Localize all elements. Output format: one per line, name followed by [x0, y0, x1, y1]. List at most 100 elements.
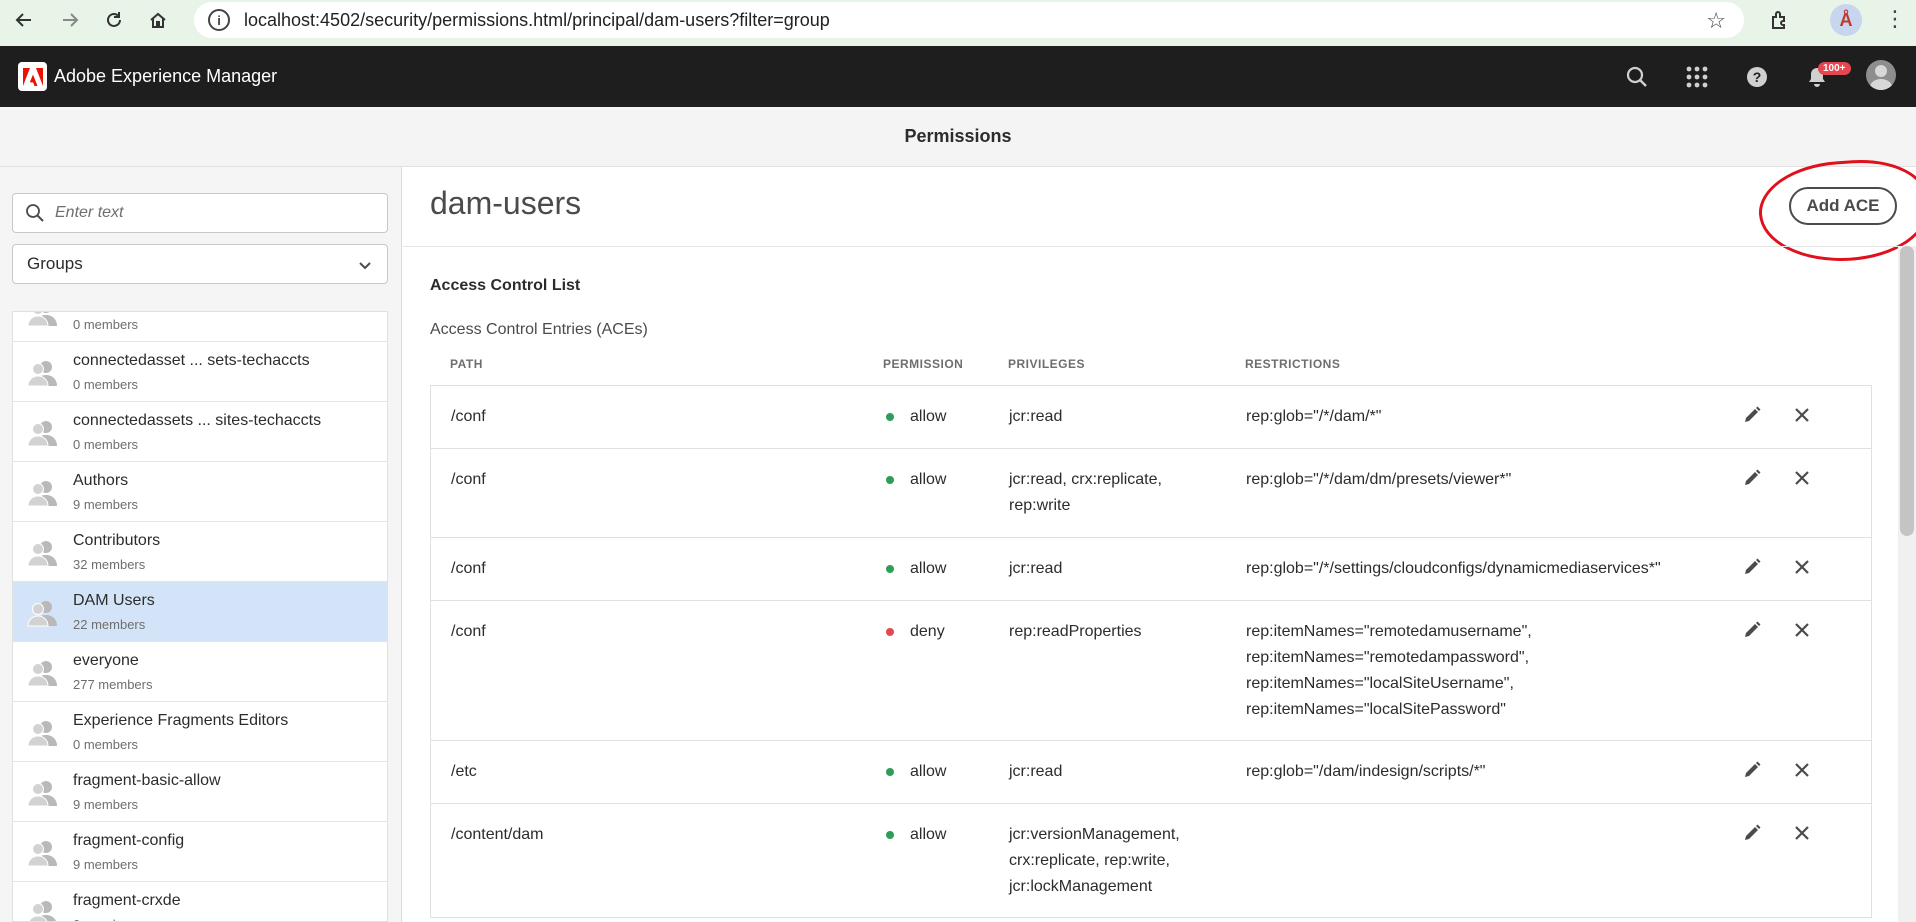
delete-ace-button[interactable]: [1789, 822, 1815, 848]
page-title: Permissions: [904, 126, 1012, 146]
group-name: Authors: [73, 472, 129, 489]
forward-icon[interactable]: [50, 0, 90, 40]
permission-value: allow: [910, 826, 947, 843]
group-list-item[interactable]: Authors 9 members: [13, 462, 387, 522]
group-name: fragment-config: [73, 832, 185, 849]
reload-icon[interactable]: [94, 0, 134, 40]
group-icon: [27, 778, 59, 808]
principal-type-select[interactable]: Groups: [12, 244, 388, 284]
adobe-logo-icon[interactable]: [18, 62, 47, 91]
group-member-count: 9 members: [73, 857, 139, 872]
privilege-line: rep:write: [1009, 497, 1071, 514]
ace-permission: deny: [886, 619, 945, 645]
close-icon: [1794, 559, 1810, 580]
search-icon: [26, 204, 44, 222]
group-list-item[interactable]: DAM Users 22 members: [13, 582, 387, 642]
edit-ace-button[interactable]: [1739, 759, 1765, 785]
ace-path: /conf: [451, 408, 486, 425]
permission-status-dot: [886, 768, 894, 776]
group-list-item[interactable]: everyone 277 members: [13, 642, 387, 702]
back-icon[interactable]: [4, 0, 44, 40]
privilege-line: jcr:read: [1009, 763, 1063, 780]
home-icon[interactable]: [138, 0, 178, 40]
group-icon: [27, 898, 59, 921]
restriction-line: rep:glob="/*/settings/cloudconfigs/dynam…: [1246, 560, 1661, 577]
header-divider: [403, 246, 1916, 247]
group-icon: [27, 538, 59, 568]
delete-ace-button[interactable]: [1789, 404, 1815, 430]
ace-privileges: jcr:versionManagement, crx:replicate, rep…: [1009, 822, 1199, 900]
group-member-count: 22 members: [73, 617, 146, 632]
ace-row[interactable]: /conf allow jcr:read, crx:replicate, rep:wr…: [431, 449, 1871, 538]
scrollbar-thumb[interactable]: [1900, 246, 1914, 536]
group-list-item[interactable]: 0 members: [13, 312, 387, 342]
ace-row[interactable]: /conf allow jcr:read rep:glob="/*/dam/*": [431, 386, 1871, 449]
permission-status-dot: [886, 628, 894, 636]
help-icon[interactable]: ?: [1742, 62, 1772, 92]
group-list-item[interactable]: fragment-basic-allow 9 members: [13, 762, 387, 822]
group-icon: [27, 598, 59, 628]
permission-value: allow: [910, 408, 947, 425]
column-header-permission: PERMISSION: [883, 357, 964, 371]
restriction-line: rep:itemNames="remotedamusername",: [1246, 623, 1532, 640]
app-title[interactable]: Adobe Experience Manager: [54, 66, 277, 87]
search-input[interactable]: [55, 204, 355, 222]
edit-ace-button[interactable]: [1739, 822, 1765, 848]
group-list-items: 0 members connectedasset ... sets-techacc…: [13, 312, 387, 921]
address-bar[interactable]: i localhost:4502/security/permissions.ht…: [194, 2, 1744, 38]
add-ace-button[interactable]: Add ACE: [1789, 187, 1897, 225]
permission-status-dot: [886, 565, 894, 573]
delete-ace-button[interactable]: [1789, 556, 1815, 582]
group-icon: [27, 312, 59, 328]
profile-avatar[interactable]: Å: [1830, 4, 1862, 36]
permissions-detail: dam-users Add ACE Access Control List Ac…: [403, 155, 1916, 922]
ace-privileges: rep:readProperties: [1009, 619, 1199, 645]
principal-search-field[interactable]: [12, 193, 388, 233]
close-icon: [1794, 825, 1810, 846]
ace-row[interactable]: /conf deny rep:readProperties rep:itemNames…: [431, 601, 1871, 741]
group-list-item[interactable]: fragment-config 9 members: [13, 822, 387, 882]
search-icon[interactable]: [1622, 62, 1652, 92]
ace-row[interactable]: /etc allow jcr:read rep:glob="/dam/indesign…: [431, 741, 1871, 804]
group-icon: [27, 718, 59, 748]
browser-toolbar: i localhost:4502/security/permissions.ht…: [0, 0, 1916, 46]
group-member-count: 0 members: [73, 917, 138, 921]
browser-menu-icon[interactable]: ⋮: [1884, 6, 1906, 32]
delete-ace-button[interactable]: [1789, 467, 1815, 493]
page-scrollbar[interactable]: [1898, 246, 1916, 922]
restriction-line: rep:glob="/dam/indesign/scripts/*": [1246, 763, 1486, 780]
delete-ace-button[interactable]: [1789, 759, 1815, 785]
ace-restrictions: rep:glob="/*/dam/*": [1246, 404, 1726, 430]
ace-privileges: jcr:read: [1009, 556, 1199, 582]
restriction-line: rep:itemNames="localSitePassword": [1246, 701, 1506, 718]
column-header-restrictions: RESTRICTIONS: [1245, 357, 1341, 371]
permission-status-dot: [886, 413, 894, 421]
restriction-line: rep:itemNames="localSiteUsername",: [1246, 675, 1514, 692]
privilege-line: rep:readProperties: [1009, 623, 1142, 640]
edit-ace-button[interactable]: [1739, 556, 1765, 582]
solutions-grid-icon[interactable]: [1682, 62, 1712, 92]
group-list-item[interactable]: fragment-crxde 0 members: [13, 882, 387, 921]
group-list-item[interactable]: connectedassets ... sites-techaccts 0 mem…: [13, 402, 387, 462]
edit-ace-button[interactable]: [1739, 467, 1765, 493]
edit-ace-button[interactable]: [1739, 404, 1765, 430]
close-icon: [1794, 470, 1810, 491]
pencil-icon: [1742, 468, 1762, 493]
bookmark-star-icon[interactable]: ☆: [1706, 8, 1726, 34]
site-info-icon[interactable]: i: [208, 9, 230, 31]
ace-table: /conf allow jcr:read rep:glob="/*/dam/*" /co…: [430, 385, 1872, 918]
delete-ace-button[interactable]: [1789, 619, 1815, 645]
group-list[interactable]: 0 members connectedasset ... sets-techacc…: [12, 311, 388, 922]
close-icon: [1794, 407, 1810, 428]
group-list-item[interactable]: connectedasset ... sets-techaccts 0 membe…: [13, 342, 387, 402]
edit-ace-button[interactable]: [1739, 619, 1765, 645]
group-member-count: 0 members: [73, 737, 139, 752]
group-list-item[interactable]: Contributors 32 members: [13, 522, 387, 582]
user-avatar[interactable]: [1866, 60, 1896, 90]
group-list-item[interactable]: Experience Fragments Editors 0 members: [13, 702, 387, 762]
pencil-icon: [1742, 557, 1762, 582]
ace-row[interactable]: /conf allow jcr:read rep:glob="/*/settings/…: [431, 538, 1871, 601]
ace-row[interactable]: /content/dam allow jcr:versionManagement, c…: [431, 804, 1871, 918]
extensions-icon[interactable]: [1764, 4, 1796, 36]
pencil-icon: [1742, 620, 1762, 645]
